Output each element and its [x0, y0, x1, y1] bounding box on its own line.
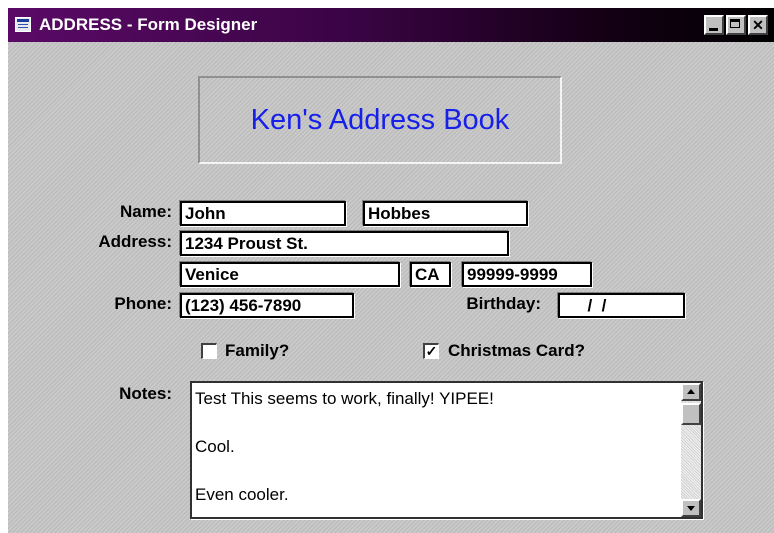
form-icon[interactable] [15, 17, 31, 32]
birthday-field[interactable]: / / [558, 293, 685, 318]
zip-field[interactable]: 99999-9999 [462, 262, 592, 287]
last-name-field[interactable]: Hobbes [363, 201, 528, 226]
family-checkbox[interactable] [201, 343, 217, 359]
christmas-card-checkbox[interactable]: ✓ [423, 343, 439, 359]
birthday-label: Birthday: [466, 294, 541, 313]
form-heading-box: Ken's Address Book [198, 76, 562, 164]
maximize-button[interactable] [726, 15, 746, 35]
notes-label: Notes: [119, 384, 172, 403]
scroll-thumb[interactable] [681, 403, 701, 425]
form-designer-window: ADDRESS - Form Designer ✕ Ken's Address … [8, 8, 774, 533]
window-title: ADDRESS - Form Designer [39, 15, 258, 34]
minimize-button[interactable] [704, 15, 724, 35]
notes-text[interactable]: Test This seems to work, finally! YIPEE!… [195, 387, 675, 507]
phone-label: Phone: [114, 294, 172, 313]
scroll-up-button[interactable] [681, 383, 701, 401]
scroll-down-button[interactable] [681, 499, 701, 517]
title-bar[interactable]: ADDRESS - Form Designer ✕ [8, 8, 774, 42]
street-field[interactable]: 1234 Proust St. [180, 231, 509, 256]
christmas-card-label[interactable]: Christmas Card? [448, 341, 585, 361]
close-button[interactable]: ✕ [748, 15, 768, 35]
notes-scrollbar[interactable] [681, 383, 701, 517]
form-heading: Ken's Address Book [250, 103, 510, 136]
close-icon: ✕ [752, 17, 764, 33]
notes-textarea[interactable]: Test This seems to work, finally! YIPEE!… [190, 381, 703, 519]
city-field[interactable]: Venice [180, 262, 400, 287]
first-name-field[interactable]: John [180, 201, 346, 226]
family-label[interactable]: Family? [225, 341, 289, 361]
state-field[interactable]: CA [410, 262, 451, 287]
name-label: Name: [120, 202, 172, 221]
address-label: Address: [98, 232, 172, 251]
phone-field[interactable]: (123) 456-7890 [180, 293, 354, 318]
